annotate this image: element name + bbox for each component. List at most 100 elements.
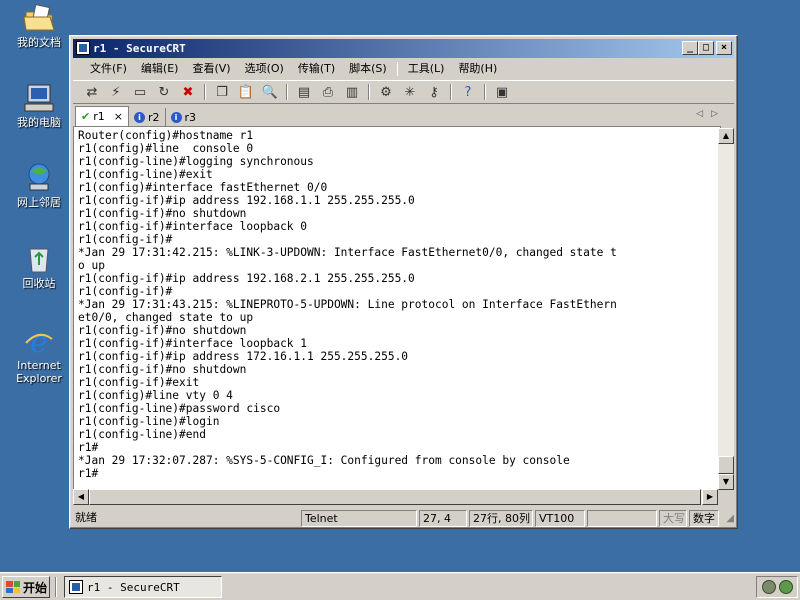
chat-window-icon[interactable]: ▣ [491, 82, 513, 102]
terminal-output[interactable]: Router(config)#hostname r1 r1(config)#lin… [73, 126, 721, 490]
desktop-icon-label: 回收站 [22, 277, 56, 290]
find-icon[interactable]: 🔍 [259, 82, 281, 102]
tab-r3[interactable]: i r3 [166, 108, 202, 126]
desktop-icon-internet-explorer[interactable]: e Internet Explorer [4, 325, 74, 385]
status-emulation: VT100 [535, 510, 585, 527]
status-ready: 就绪 [75, 511, 97, 524]
tab-r1[interactable]: ✔ r1 × [75, 106, 129, 126]
print-icon[interactable]: ⎙ [317, 82, 339, 102]
horizontal-scrollbar[interactable]: ◀ ▶ [73, 489, 718, 505]
taskbar-button-securecrt[interactable]: r1 - SecureCRT [64, 576, 222, 598]
connected-check-icon: ✔ [81, 110, 91, 123]
desktop-icon-label: 我的文档 [17, 36, 61, 49]
terminal-line: r1(config-line)#exit [78, 168, 213, 181]
scroll-left-arrow-icon[interactable]: ◀ [73, 489, 89, 505]
terminal-line: r1(config-if)#no shutdown [78, 324, 247, 337]
terminal-line: r1(config)#line vty 0 4 [78, 389, 233, 402]
reconnect-icon[interactable]: ↻ [153, 82, 175, 102]
menu-view[interactable]: 查看(V) [185, 60, 237, 78]
scroll-thumb[interactable] [718, 456, 734, 474]
taskbar-separator [55, 577, 57, 597]
start-label: 开始 [23, 580, 48, 595]
menu-tools[interactable]: 工具(L) [401, 60, 452, 78]
terminal-line: r1(config-if)#exit [78, 376, 200, 389]
tray-network-icon[interactable] [778, 580, 793, 594]
scroll-right-arrow-icon[interactable]: ▶ [702, 489, 718, 505]
desktop-icon-my-computer[interactable]: 我的电脑 [4, 82, 74, 129]
menu-separator [396, 62, 398, 76]
status-caps-lock: 大写 [659, 510, 687, 527]
maximize-button[interactable]: □ [698, 41, 714, 55]
terminal-line: r1(config-if)#no shutdown [78, 363, 247, 376]
tab-next-arrow-icon[interactable]: ▷ [711, 109, 726, 119]
terminal-line: *Jan 29 17:31:43.215: %LINEPROTO-5-UPDOW… [78, 298, 617, 311]
desktop-icon-my-documents[interactable]: 我的文档 [4, 2, 74, 49]
terminal-text: Router(config)#hostname r1 r1(config)#lin… [78, 129, 720, 480]
menu-help[interactable]: 帮助(H) [451, 60, 504, 78]
window-title: r1 - SecureCRT [93, 42, 186, 55]
network-icon [28, 163, 50, 191]
key-map-icon[interactable]: ⚷ [423, 82, 445, 102]
securecrt-app-icon [69, 580, 83, 594]
terminal-line: et0/0, changed state to up [78, 311, 254, 324]
terminal-line: r1(config-if)#ip address 192.168.1.1 255… [78, 194, 415, 207]
terminal-line: o up [78, 259, 105, 272]
tab-close-icon[interactable]: × [114, 110, 123, 123]
terminal-line: r1(config-if)# [78, 285, 173, 298]
menu-options[interactable]: 选项(O) [238, 60, 291, 78]
toolbar-separator [204, 84, 206, 100]
terminal-line: r1(config-line)#logging synchronous [78, 155, 314, 168]
tab-r2[interactable]: i r2 [129, 108, 166, 126]
session-tab-bar: ✔ r1 × i r2 i r3 ◁▷ [73, 106, 734, 126]
connect-in-tab-icon[interactable]: ▭ [129, 82, 151, 102]
menu-transfer[interactable]: 传输(T) [291, 60, 342, 78]
scroll-thumb[interactable] [89, 489, 701, 505]
computer-icon [24, 84, 54, 112]
scroll-up-arrow-icon[interactable]: ▲ [718, 128, 734, 144]
close-button[interactable]: × [716, 41, 732, 55]
help-icon[interactable]: ? [457, 82, 479, 102]
connect-icon[interactable]: ⇄ [81, 82, 103, 102]
terminal-line: r1(config)#interface fastEthernet 0/0 [78, 181, 328, 194]
terminal-line: r1(config-line)#password cisco [78, 402, 281, 415]
title-bar[interactable]: r1 - SecureCRT _ □ × [73, 39, 734, 58]
menu-bar: 文件(F) 编辑(E) 查看(V) 选项(O) 传输(T) 脚本(S) 工具(L… [73, 59, 734, 79]
terminal-line: r1(config-if)#no shutdown [78, 207, 247, 220]
scroll-down-arrow-icon[interactable]: ▼ [718, 474, 734, 490]
desktop-icon-label: 我的电脑 [17, 116, 61, 129]
tab-label: r2 [147, 110, 160, 124]
terminal-line: r1# [78, 467, 99, 480]
global-options-icon[interactable]: ✳ [399, 82, 421, 102]
resize-grip-icon[interactable]: ◢ [726, 513, 734, 524]
terminal-line: r1(config-if)#ip address 192.168.2.1 255… [78, 272, 415, 285]
status-cursor-position: 27, 4 [419, 510, 467, 527]
tab-prev-arrow-icon[interactable]: ◁ [696, 109, 711, 119]
print-setup-icon[interactable]: ▤ [293, 82, 315, 102]
desktop-icon-network[interactable]: 网上邻居 [4, 162, 74, 209]
quick-connect-icon[interactable]: ⚡ [105, 82, 127, 102]
menu-file[interactable]: 文件(F) [83, 60, 134, 78]
disconnect-icon[interactable]: ✖ [177, 82, 199, 102]
desktop-icon-recycle-bin[interactable]: 回收站 [4, 243, 74, 290]
copy-icon[interactable]: ❐ [211, 82, 233, 102]
status-num-lock: 数字 [689, 510, 719, 527]
status-bar: 就绪 Telnet 27, 4 27行, 80列 VT100 大写 数字 ◢ [73, 509, 734, 527]
tab-label: r1 [93, 110, 105, 123]
terminal-line: r1(config-if)# [78, 233, 173, 246]
folder-documents-icon [23, 4, 55, 31]
menu-script[interactable]: 脚本(S) [342, 60, 394, 78]
taskbar-button-label: r1 - SecureCRT [87, 580, 180, 594]
paste-icon[interactable]: 📋 [235, 82, 257, 102]
tab-scroll-arrows[interactable]: ◁▷ [696, 109, 726, 119]
minimize-button[interactable]: _ [682, 41, 698, 55]
toolbar-separator [484, 84, 486, 100]
print-selection-icon[interactable]: ▥ [341, 82, 363, 102]
menu-edit[interactable]: 编辑(E) [134, 60, 186, 78]
terminal-line: Router(config)#hostname r1 [78, 129, 254, 142]
status-protocol: Telnet [301, 510, 417, 527]
tray-settings-icon[interactable] [761, 580, 776, 594]
vertical-scrollbar[interactable]: ▲ ▼ [718, 128, 734, 490]
windows-logo-icon [6, 581, 20, 593]
session-options-icon[interactable]: ⚙ [375, 82, 397, 102]
start-button[interactable]: 开始 [2, 576, 50, 598]
